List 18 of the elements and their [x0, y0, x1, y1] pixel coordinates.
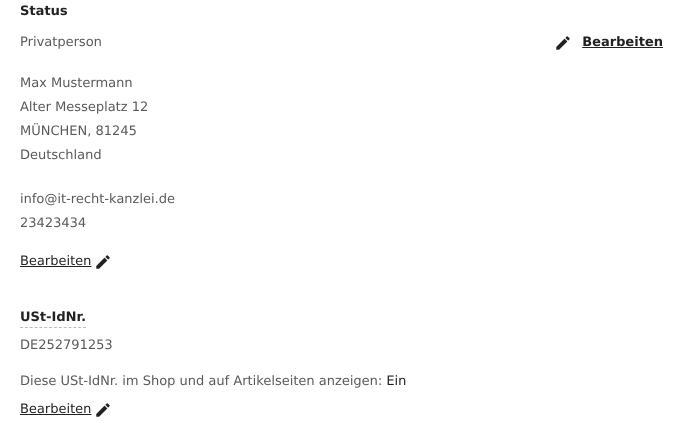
- address-line: Deutschland: [20, 147, 103, 165]
- edit-link[interactable]: Bearbeiten: [554, 34, 663, 52]
- section-heading: USt-IdNr.: [20, 309, 86, 328]
- edit-link[interactable]: Bearbeiten: [20, 401, 112, 419]
- address-line: MÜNCHEN, 81245: [20, 122, 138, 141]
- contact-line: 23423434: [20, 215, 88, 233]
- edit-link[interactable]: Bearbeiten: [20, 253, 112, 271]
- address-line: Alter Messeplatz 12: [20, 99, 150, 117]
- vat-number: DE252791253: [20, 337, 114, 355]
- status-value: Privatperson: [20, 34, 102, 52]
- display-setting-value: Ein: [386, 373, 406, 391]
- pencil-icon: [94, 253, 112, 271]
- pencil-icon: [94, 401, 112, 419]
- contact-line: info@it-recht-kanzlei.de: [20, 191, 176, 209]
- address-line: Max Mustermann: [20, 75, 134, 93]
- display-setting-label: Diese USt-IdNr. im Shop und auf Artikelseiten anzeigen:: [20, 373, 382, 391]
- section-heading: Status: [20, 3, 68, 21]
- pencil-icon: [554, 34, 572, 52]
